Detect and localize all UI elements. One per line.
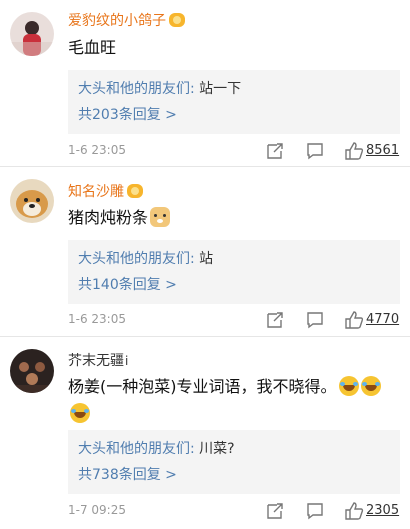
comment-text: 杨姜(一种泡菜)专业词语，我不晓得。 [68, 373, 400, 427]
username[interactable]: 芥末无疆i [68, 352, 128, 370]
timestamp: 1-6 23:05 [68, 312, 126, 326]
username[interactable]: 爱豹纹的小鸽子 [68, 12, 185, 30]
reply-author[interactable]: 大头和他的朋友们 [78, 81, 190, 97]
reply-box[interactable]: 大头和他的朋友们: 站 共140条回复 > [68, 240, 400, 304]
comment-icon[interactable] [305, 141, 325, 161]
laughing-crying-emoji-icon [360, 376, 381, 396]
repost-icon[interactable] [265, 501, 285, 521]
comment-text: 猪肉炖粉条 [68, 205, 400, 231]
timestamp: 1-6 23:05 [68, 143, 126, 157]
thumbs-up-icon[interactable] [344, 141, 364, 161]
like-count[interactable]: 4770 [366, 312, 399, 327]
laughing-crying-emoji-icon [70, 403, 90, 423]
avatar[interactable] [10, 179, 54, 223]
level-mark: i [125, 354, 129, 368]
repost-icon[interactable] [265, 310, 285, 330]
laughing-crying-emoji-icon [338, 376, 359, 396]
comment-footer: 1-6 23:05 8561 [68, 141, 400, 161]
comment-text: 毛血旺 [68, 38, 117, 57]
comment-footer: 1-7 09:25 2305 [68, 501, 400, 521]
comment-footer: 1-6 23:05 4770 [68, 310, 400, 330]
vip-badge-icon [127, 184, 143, 198]
reply-box[interactable]: 大头和他的朋友们: 川菜? 共738条回复 > [68, 430, 400, 494]
username[interactable]: 知名沙雕 [68, 183, 143, 201]
thumbs-up-icon[interactable] [344, 501, 364, 521]
comment-icon[interactable] [305, 310, 325, 330]
reply-count-link[interactable]: 共738条回复 > [78, 462, 390, 488]
avatar[interactable] [10, 349, 54, 393]
comment-item: 芥末无疆i 杨姜(一种泡菜)专业词语，我不晓得。 大头和他的朋友们: 川菜? 共… [0, 337, 410, 529]
avatar[interactable] [10, 12, 54, 56]
reply-author[interactable]: 大头和他的朋友们 [78, 251, 190, 267]
reply-count-link[interactable]: 共203条回复 > [78, 102, 390, 128]
reply-preview: 大头和他的朋友们: 站 [78, 251, 214, 267]
repost-icon[interactable] [265, 141, 285, 161]
reply-content: 川菜? [199, 441, 235, 457]
like-count[interactable]: 2305 [366, 503, 399, 518]
reply-author[interactable]: 大头和他的朋友们 [78, 441, 190, 457]
reply-content: 站一下 [199, 81, 242, 97]
dog-emoji-icon [150, 207, 171, 227]
comment-icon[interactable] [305, 501, 325, 521]
reply-count-link[interactable]: 共140条回复 > [78, 272, 390, 298]
timestamp: 1-7 09:25 [68, 503, 126, 517]
reply-content: 站 [199, 251, 214, 267]
comment-item: 知名沙雕 猪肉炖粉条 大头和他的朋友们: 站 共140条回复 > 1-6 23:… [0, 167, 410, 337]
thumbs-up-icon[interactable] [344, 310, 364, 330]
vip-badge-icon [169, 13, 185, 27]
like-count[interactable]: 8561 [366, 143, 399, 158]
reply-preview: 大头和他的朋友们: 川菜? [78, 441, 235, 457]
reply-preview: 大头和他的朋友们: 站一下 [78, 81, 242, 97]
reply-box[interactable]: 大头和他的朋友们: 站一下 共203条回复 > [68, 70, 400, 134]
comment-item: 爱豹纹的小鸽子 毛血旺 大头和他的朋友们: 站一下 共203条回复 > 1-6 … [0, 0, 410, 165]
